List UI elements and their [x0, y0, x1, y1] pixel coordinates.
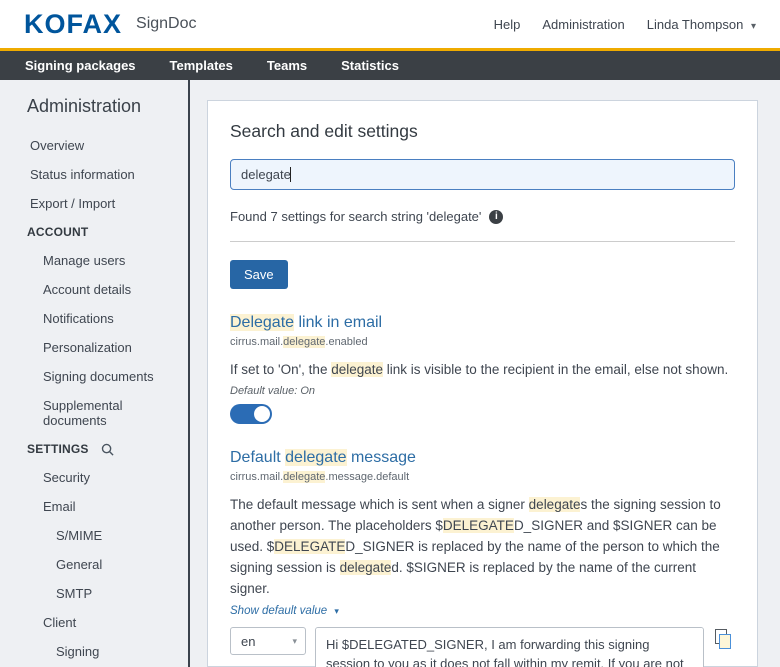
- app-header: KOFAX SignDoc Help Administration Linda …: [0, 0, 780, 48]
- text-cursor: [290, 167, 291, 182]
- sidebar-item[interactable]: Account details: [0, 275, 188, 304]
- save-button[interactable]: Save: [230, 260, 288, 289]
- sidebar-title: Administration: [0, 96, 188, 117]
- sidebar-item[interactable]: Overview: [0, 131, 188, 160]
- copy-icon[interactable]: [715, 629, 735, 651]
- sidebar-item[interactable]: Signing: [0, 637, 188, 666]
- chevron-down-icon: ▾: [751, 21, 756, 32]
- search-icon[interactable]: [101, 443, 114, 456]
- admin-sidebar: Administration Overview Status informati…: [0, 80, 190, 667]
- sidebar-item[interactable]: SETTINGS: [0, 435, 188, 463]
- main-nav: Signing packages Templates Teams Statistics: [0, 51, 780, 80]
- setting-key: cirrus.mail.delegate.message.default: [230, 471, 735, 483]
- sidebar-item[interactable]: Client: [0, 608, 188, 637]
- sidebar-item-label: ACCOUNT: [27, 225, 88, 239]
- sidebar-item[interactable]: Supplemental documents: [0, 391, 188, 435]
- sidebar-item-label: Notifications: [43, 311, 114, 326]
- sidebar-item-label: Signing: [56, 644, 99, 659]
- delegate-link-toggle[interactable]: [230, 404, 272, 424]
- nav-item[interactable]: Signing packages: [25, 58, 136, 73]
- sidebar-item-label: Email: [43, 499, 76, 514]
- sidebar-item-label: Status information: [30, 167, 135, 182]
- sidebar-item-label: S/MIME: [56, 528, 102, 543]
- delegate-message-textarea[interactable]: Hi $DELEGATED_SIGNER, I am forwarding th…: [315, 627, 704, 667]
- administration-link[interactable]: Administration: [542, 17, 624, 32]
- setting-description: The default message which is sent when a…: [230, 494, 735, 599]
- sidebar-item-label: Client: [43, 615, 76, 630]
- search-result-text: Found 7 settings for search string 'dele…: [230, 209, 481, 224]
- help-link[interactable]: Help: [494, 17, 521, 32]
- sidebar-item[interactable]: Status information: [0, 160, 188, 189]
- sidebar-item[interactable]: Manage users: [0, 246, 188, 275]
- sidebar-item-label: Manage users: [43, 253, 125, 268]
- message-value-row: en ▾ Hi $DELEGATED_SIGNER, I am forwardi…: [230, 627, 735, 667]
- language-value: en: [241, 634, 255, 649]
- sidebar-menu: Overview Status information Export / Imp…: [0, 131, 188, 667]
- setting-delegate-link: Delegate link in email cirrus.mail.deleg…: [230, 314, 735, 424]
- setting-delegate-message: Default delegate message cirrus.mail.del…: [230, 449, 735, 667]
- sidebar-item[interactable]: Signing documents: [0, 362, 188, 391]
- sidebar-item[interactable]: SMTP: [0, 579, 188, 608]
- sidebar-item[interactable]: Notifications: [0, 304, 188, 333]
- product-name: SignDoc: [136, 15, 196, 33]
- main-wrap: Search and edit settings Found 7 setting…: [190, 80, 780, 667]
- header-links: Help Administration Linda Thompson ▾: [494, 17, 756, 32]
- info-icon[interactable]: i: [489, 210, 503, 224]
- setting-title-link[interactable]: Default delegate message: [230, 449, 735, 467]
- language-select[interactable]: en ▾: [230, 627, 306, 655]
- show-default-label: Show default value: [230, 605, 327, 617]
- page-title: Search and edit settings: [230, 121, 735, 142]
- chevron-down-icon: ▾: [334, 606, 339, 616]
- sidebar-item-label: Export / Import: [30, 196, 115, 211]
- sidebar-item-label: Account details: [43, 282, 131, 297]
- nav-item[interactable]: Statistics: [341, 58, 399, 73]
- user-name: Linda Thompson: [647, 17, 744, 32]
- sidebar-item-label: SMTP: [56, 586, 92, 601]
- sidebar-item-label: Security: [43, 470, 90, 485]
- search-box: [230, 159, 735, 190]
- chevron-down-icon: ▾: [292, 636, 297, 647]
- sidebar-item-label: General: [56, 557, 102, 572]
- sidebar-item-label: Overview: [30, 138, 84, 153]
- sidebar-item-label: Supplemental documents: [43, 398, 184, 428]
- sidebar-item[interactable]: Personalization: [0, 333, 188, 362]
- sidebar-item[interactable]: General: [0, 550, 188, 579]
- user-menu[interactable]: Linda Thompson ▾: [647, 17, 756, 32]
- toggle-knob: [254, 406, 270, 422]
- content-area: Administration Overview Status informati…: [0, 80, 780, 667]
- setting-key: cirrus.mail.delegate.enabled: [230, 336, 735, 348]
- sidebar-item[interactable]: Security: [0, 463, 188, 492]
- kofax-logo: KOFAX: [24, 9, 122, 40]
- sidebar-item[interactable]: ACCOUNT: [0, 218, 188, 246]
- sidebar-item[interactable]: S/MIME: [0, 521, 188, 550]
- sidebar-item-label: Personalization: [43, 340, 132, 355]
- default-value-label: Default value: On: [230, 385, 735, 397]
- section-divider: [230, 241, 735, 242]
- sidebar-item[interactable]: Export / Import: [0, 189, 188, 218]
- nav-item[interactable]: Teams: [267, 58, 307, 73]
- setting-description: If set to 'On', the delegate link is vis…: [230, 359, 735, 380]
- nav-item[interactable]: Templates: [170, 58, 233, 73]
- sidebar-item-label: SETTINGS: [27, 442, 89, 456]
- settings-search-input[interactable]: [230, 159, 735, 190]
- show-default-value-link[interactable]: Show default value ▾: [230, 605, 339, 617]
- sidebar-item[interactable]: Email: [0, 492, 188, 521]
- setting-title-link[interactable]: Delegate link in email: [230, 314, 735, 332]
- sidebar-item-label: Signing documents: [43, 369, 154, 384]
- settings-panel: Search and edit settings Found 7 setting…: [207, 100, 758, 667]
- search-result-line: Found 7 settings for search string 'dele…: [230, 209, 735, 224]
